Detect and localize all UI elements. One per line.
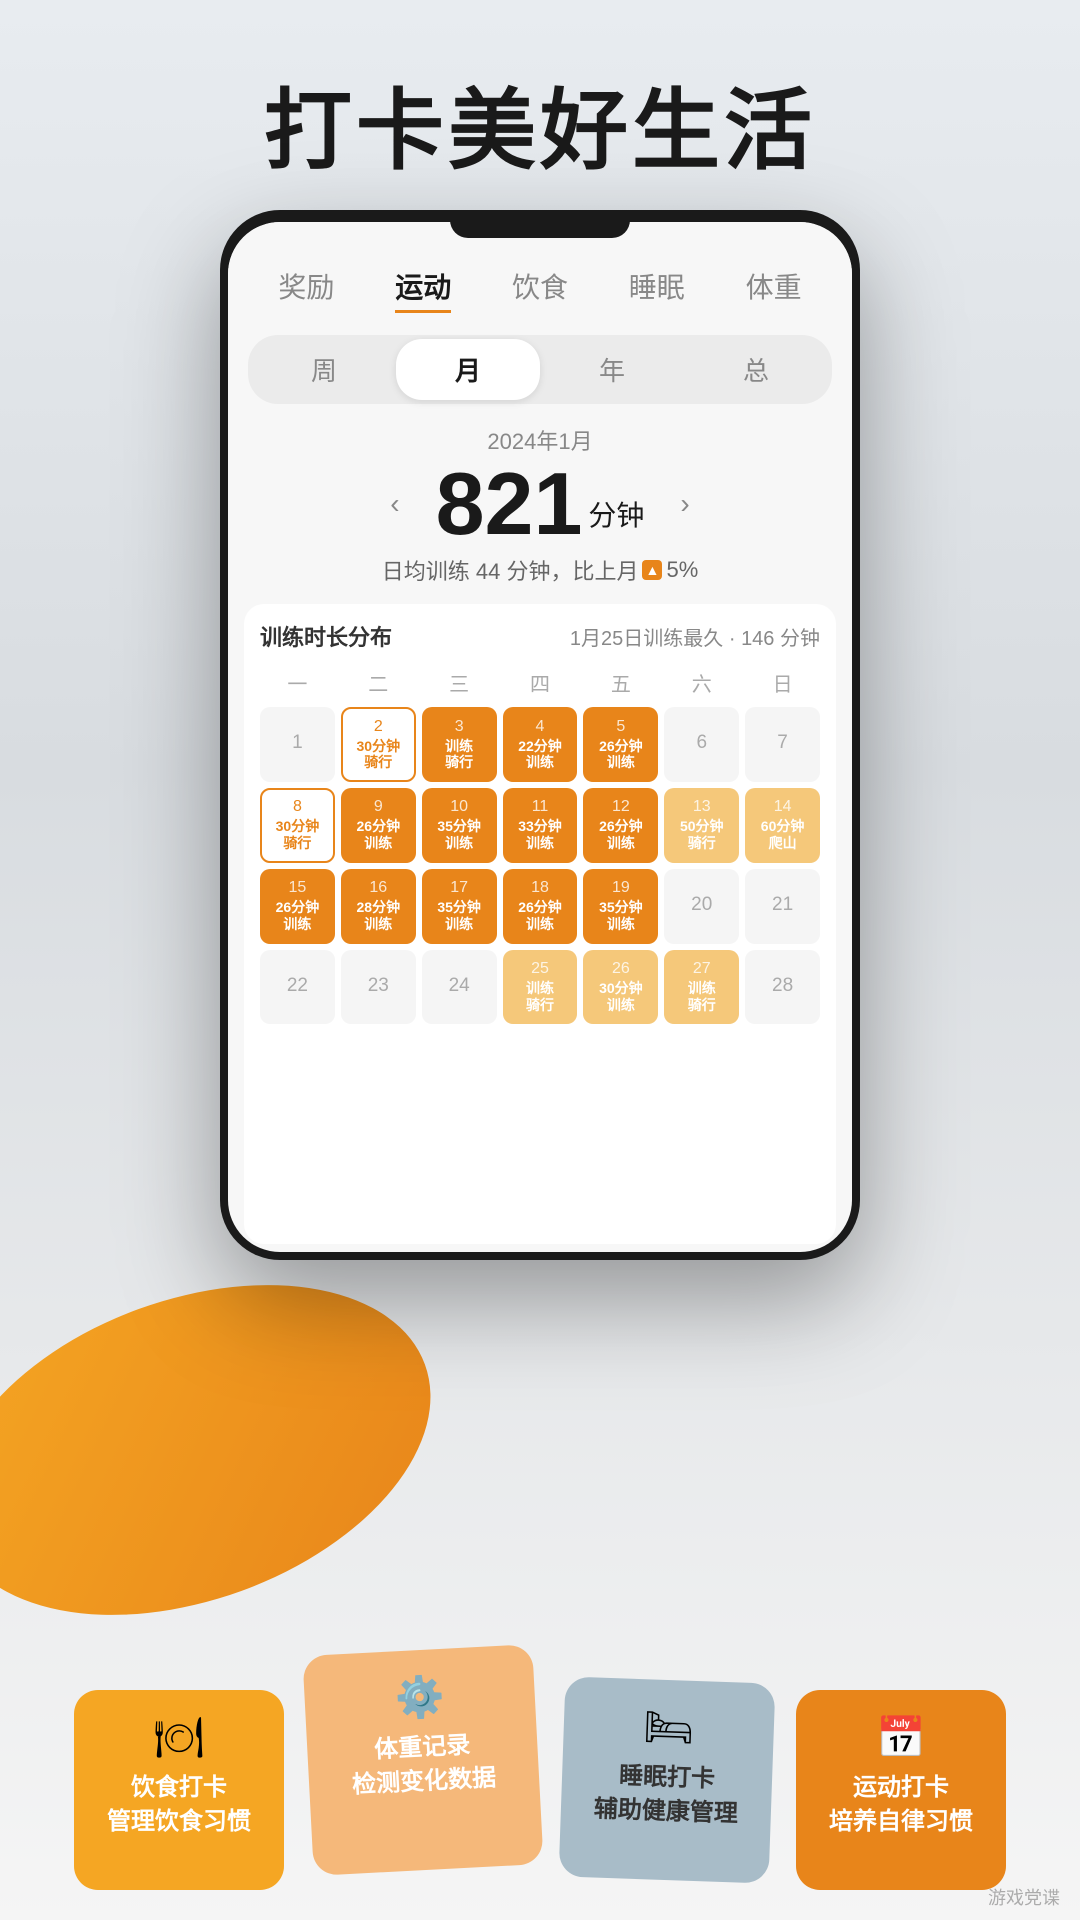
period-selector: 周 月 年 总 xyxy=(248,335,832,404)
day-23: 23 xyxy=(341,950,416,1025)
day-header-tue: 二 xyxy=(341,664,416,701)
tab-food[interactable]: 饮食 xyxy=(512,262,568,313)
weight-card-text: 体重记录检测变化数据 xyxy=(350,1727,497,1802)
period-total[interactable]: 总 xyxy=(684,339,828,400)
stats-sub-text: 日均训练 44 分钟，比上月 xyxy=(382,554,639,586)
weight-icon: ⚙️ xyxy=(394,1673,446,1723)
card-sleep: 🛏 睡眠打卡辅助健康管理 xyxy=(559,1676,776,1883)
day-1: 1 xyxy=(260,707,335,782)
day-header-mon: 一 xyxy=(260,664,335,701)
day-11: 11 33分钟训练 xyxy=(503,788,578,863)
period-year[interactable]: 年 xyxy=(540,339,684,400)
calendar-day-headers: 一 二 三 四 五 六 日 xyxy=(260,664,820,701)
day-3: 3 训练骑行 xyxy=(422,707,497,782)
stats-number: 821 xyxy=(436,460,583,548)
sleep-icon: 🛏 xyxy=(643,1703,695,1752)
day-header-sun: 日 xyxy=(745,664,820,701)
day-15: 15 26分钟训练 xyxy=(260,869,335,944)
main-title: 打卡美好生活 xyxy=(0,60,1080,187)
day-17: 17 35分钟训练 xyxy=(422,869,497,944)
day-header-sat: 六 xyxy=(664,664,739,701)
week-4: 22 23 24 25 训练骑行 26 30分钟训练 27 xyxy=(260,950,820,1025)
day-12: 12 26分钟训练 xyxy=(583,788,658,863)
period-month[interactable]: 月 xyxy=(396,339,540,400)
day-16: 16 28分钟训练 xyxy=(341,869,416,944)
tab-exercise[interactable]: 运动 xyxy=(395,262,451,313)
week-3: 15 26分钟训练 16 28分钟训练 17 35分钟训练 18 26分钟训练 … xyxy=(260,869,820,944)
day-9: 9 26分钟训练 xyxy=(341,788,416,863)
week-2: 8 30分钟骑行 9 26分钟训练 10 35分钟训练 11 33分钟训练 12 xyxy=(260,788,820,863)
stats-main: 821 分钟 xyxy=(436,460,645,548)
day-21: 21 xyxy=(745,869,820,944)
calendar-section: 训练时长分布 1月25日训练最久 · 146 分钟 一 二 三 四 五 六 日 … xyxy=(244,604,836,1244)
day-7: 7 xyxy=(745,707,820,782)
phone-mockup: 奖励 运动 饮食 睡眠 体重 周 月 年 总 2024年1月 ‹ 821 分钟 … xyxy=(220,210,860,1260)
stats-area: 2024年1月 ‹ 821 分钟 › 日均训练 44 分钟，比上月 ▲ 5% xyxy=(228,414,852,596)
day-19: 19 35分钟训练 xyxy=(583,869,658,944)
day-header-wed: 三 xyxy=(422,664,497,701)
day-header-thu: 四 xyxy=(503,664,578,701)
stats-date: 2024年1月 xyxy=(228,424,852,456)
food-card-text: 饮食打卡管理饮食习惯 xyxy=(107,1771,251,1838)
day-2: 2 30分钟骑行 xyxy=(341,707,416,782)
week-1: 1 2 30分钟骑行 3 训练骑行 4 22分钟训练 5 26分钟训练 xyxy=(260,707,820,782)
day-27: 27 训练骑行 xyxy=(664,950,739,1025)
sleep-card-text: 睡眠打卡辅助健康管理 xyxy=(593,1758,739,1830)
stats-nav: ‹ 821 分钟 › xyxy=(228,460,852,548)
tab-weight[interactable]: 体重 xyxy=(746,262,802,313)
day-14: 14 60分钟爬山 xyxy=(745,788,820,863)
next-arrow[interactable]: › xyxy=(664,480,705,528)
stats-sub: 日均训练 44 分钟，比上月 ▲ 5% xyxy=(228,548,852,592)
bg-decoration xyxy=(0,1224,476,1677)
exercise-icon: 📅 xyxy=(876,1714,926,1761)
day-4: 4 22分钟训练 xyxy=(503,707,578,782)
stats-trend-pct: 5% xyxy=(666,557,698,583)
exercise-card-text: 运动打卡培养自律习惯 xyxy=(829,1771,973,1838)
phone-notch xyxy=(450,210,630,238)
trend-icon: ▲ xyxy=(642,560,662,580)
card-weight: ⚙️ 体重记录检测变化数据 xyxy=(302,1644,543,1876)
food-icon: 🍽 xyxy=(154,1714,205,1761)
card-exercise: 📅 运动打卡培养自律习惯 xyxy=(796,1690,1006,1890)
stats-unit: 分钟 xyxy=(588,494,644,534)
tab-sleep[interactable]: 睡眠 xyxy=(629,262,685,313)
day-8: 8 30分钟骑行 xyxy=(260,788,335,863)
feature-cards: 🍽 饮食打卡管理饮食习惯 ⚙️ 体重记录检测变化数据 🛏 睡眠打卡辅助健康管理 … xyxy=(0,1670,1080,1890)
day-10: 10 35分钟训练 xyxy=(422,788,497,863)
prev-arrow[interactable]: ‹ xyxy=(374,480,415,528)
day-26: 26 30分钟训练 xyxy=(583,950,658,1025)
watermark: 游戏党谍 xyxy=(988,1884,1060,1910)
day-6: 6 xyxy=(664,707,739,782)
day-24: 24 xyxy=(422,950,497,1025)
day-18: 18 26分钟训练 xyxy=(503,869,578,944)
day-25: 25 训练骑行 xyxy=(503,950,578,1025)
day-22: 22 xyxy=(260,950,335,1025)
day-5: 5 26分钟训练 xyxy=(583,707,658,782)
calendar-header: 训练时长分布 1月25日训练最久 · 146 分钟 xyxy=(260,620,820,652)
day-20: 20 xyxy=(664,869,739,944)
day-13: 13 50分钟骑行 xyxy=(664,788,739,863)
phone-screen: 奖励 运动 饮食 睡眠 体重 周 月 年 总 2024年1月 ‹ 821 分钟 … xyxy=(228,222,852,1252)
calendar-title: 训练时长分布 xyxy=(260,620,392,652)
calendar-subtitle: 1月25日训练最久 · 146 分钟 xyxy=(570,622,820,651)
day-header-fri: 五 xyxy=(583,664,658,701)
period-week[interactable]: 周 xyxy=(252,339,396,400)
day-28: 28 xyxy=(745,950,820,1025)
tab-reward[interactable]: 奖励 xyxy=(278,262,334,313)
card-food: 🍽 饮食打卡管理饮食习惯 xyxy=(74,1690,284,1890)
